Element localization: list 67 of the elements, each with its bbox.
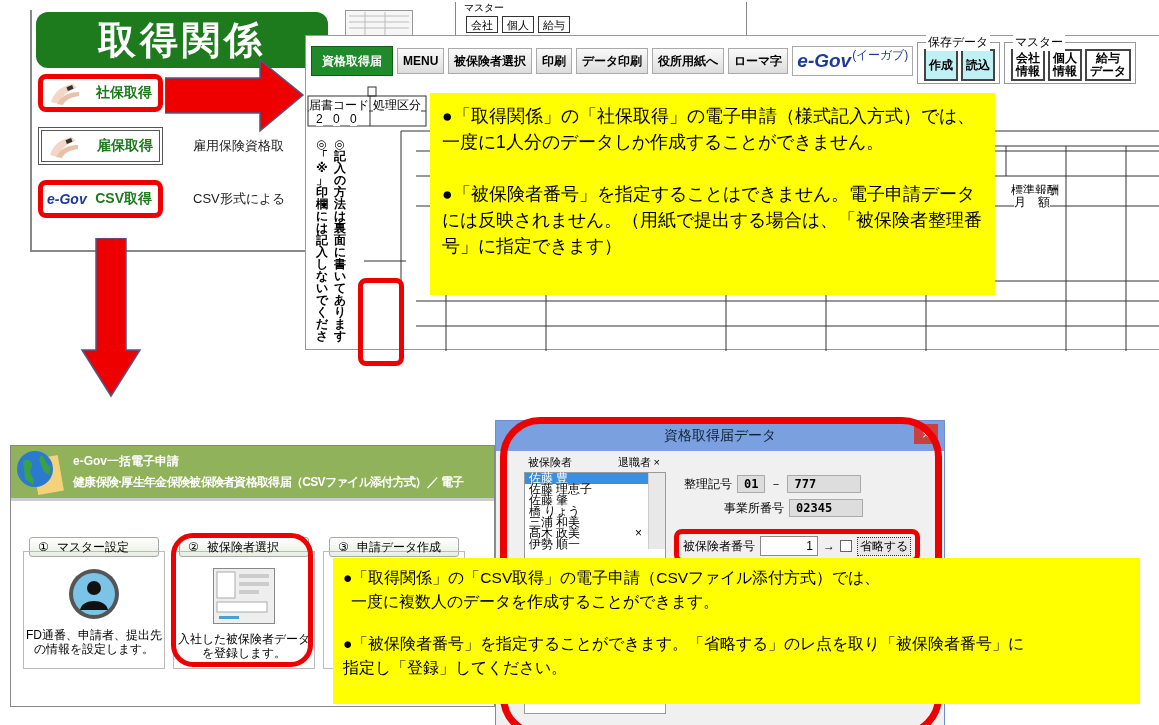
list-item[interactable]: 髙木 政美 ×: [525, 528, 648, 539]
list-item[interactable]: 佐藤 肇: [525, 495, 648, 506]
group-button[interactable]: 読込: [961, 49, 996, 81]
menu-description: CSV形式による: [193, 190, 285, 208]
toolbar-button[interactable]: 被保険者選択: [448, 48, 533, 74]
list-item[interactable]: 伊勢 順一: [525, 539, 648, 550]
scrollbar[interactable]: [648, 473, 665, 549]
dialog-thumbnail-drawing: [213, 568, 275, 624]
toolbar-button[interactable]: ローマ字: [728, 48, 789, 74]
checkbox-label[interactable]: 省略する: [857, 536, 911, 556]
master-button[interactable]: 会社: [466, 16, 498, 33]
step-tab[interactable]: ① マスター設定: [29, 537, 159, 557]
instruction-text: ◎記入の方法は裏面に書いてあります: [334, 138, 346, 342]
list-item[interactable]: 三浦 和美: [525, 517, 648, 528]
field-label: 被保険者番号: [683, 537, 755, 555]
master-button[interactable]: 個人: [502, 16, 534, 33]
code-field: 01: [737, 475, 766, 493]
user-icon: [68, 568, 120, 620]
master-button[interactable]: 給与: [538, 16, 570, 33]
toolbar-button[interactable]: 役所用紙へ: [652, 48, 725, 74]
group-button[interactable]: 給与 データ: [1085, 49, 1132, 81]
list-header: 被保険者: [528, 455, 572, 470]
insured-number-field[interactable]: 1: [760, 536, 818, 556]
category-button[interactable]: 社保取得: [38, 74, 163, 112]
code-field: 777: [787, 475, 862, 493]
note-text: ●「取得関係」の「CSV取得」の電子申請（CSVファイル添付方式）では、: [343, 568, 882, 588]
field-label: 届書コード: [309, 97, 369, 114]
group-button[interactable]: 会社 情報: [1011, 49, 1046, 81]
toolbar-button[interactable]: MENU: [397, 48, 445, 74]
instruction-text: ◎「※」印欄には記入しないでくださ: [316, 138, 328, 342]
globe-icon: [15, 449, 67, 495]
list-header: 退職者 ×: [617, 455, 660, 470]
field-label: 整理記号: [684, 475, 732, 493]
step-description: 入社した被保険者データを登録します。: [177, 632, 311, 660]
step-description: FD通番、申請者、提出先の情報を設定します。: [25, 628, 163, 656]
field-label: 月 額: [1014, 194, 1050, 211]
field-label: 処理区分: [373, 97, 421, 114]
menu-description: 雇用保険資格取: [193, 137, 284, 155]
category-button[interactable]: 雇保取得: [38, 127, 163, 165]
category-button[interactable]: e-Gov CSV取得: [38, 180, 163, 218]
group-button[interactable]: 個人 情報: [1048, 49, 1083, 81]
e-gov-logo: e-Gov: [47, 191, 87, 207]
app-name: e-Gov一括電子申請: [73, 453, 180, 470]
toolbar-button[interactable]: データ印刷: [576, 48, 649, 74]
dialog-title: 資格取得届データ: [664, 427, 776, 445]
code-digit: 0: [350, 112, 357, 126]
field-label: 事業所番号: [724, 499, 784, 517]
code-digit: 0: [333, 112, 340, 126]
group-title: マスター: [464, 1, 504, 15]
code-digit: 2: [316, 112, 323, 126]
group-title: 保存データ: [926, 34, 991, 51]
toolbar-button[interactable]: 印刷: [536, 48, 573, 74]
note-text: 指定し「登録」してください。: [343, 658, 568, 678]
list-item[interactable]: 橋 りょう: [525, 506, 648, 517]
note-text: ●「被保険者番号」を指定することはできません。電子申請データには反映されません。（用紙で提出する場合は、「被保険者整理番号」に指定できます）: [442, 183, 983, 258]
note-text: ●「被保険者番号」を指定することができます。「省略する」のレ点を取り「被保険者番号」に: [343, 634, 1026, 654]
dash-text: －: [770, 475, 783, 493]
window-title: 健康保険·厚生年金保険被保険者資格取得届（CSVファイル添付方式）／ 電子: [73, 474, 464, 491]
list-item[interactable]: 佐藤 理恵子: [525, 484, 648, 495]
office-number-field: 02345: [789, 499, 863, 517]
group-button[interactable]: 作成: [924, 49, 959, 81]
step-tab[interactable]: ③ 申請データ作成: [329, 537, 459, 557]
note-text: ●「取得関係」の「社保取得」の電子申請（様式記入方式）では、一度に1人分のデータしか作成することができません。: [442, 105, 976, 154]
checkbox[interactable]: [840, 540, 852, 552]
note-text: 一度に複数人のデータを作成することができます。: [350, 592, 720, 612]
group-title: マスター: [1013, 34, 1066, 51]
arrow-text: →: [823, 539, 835, 553]
